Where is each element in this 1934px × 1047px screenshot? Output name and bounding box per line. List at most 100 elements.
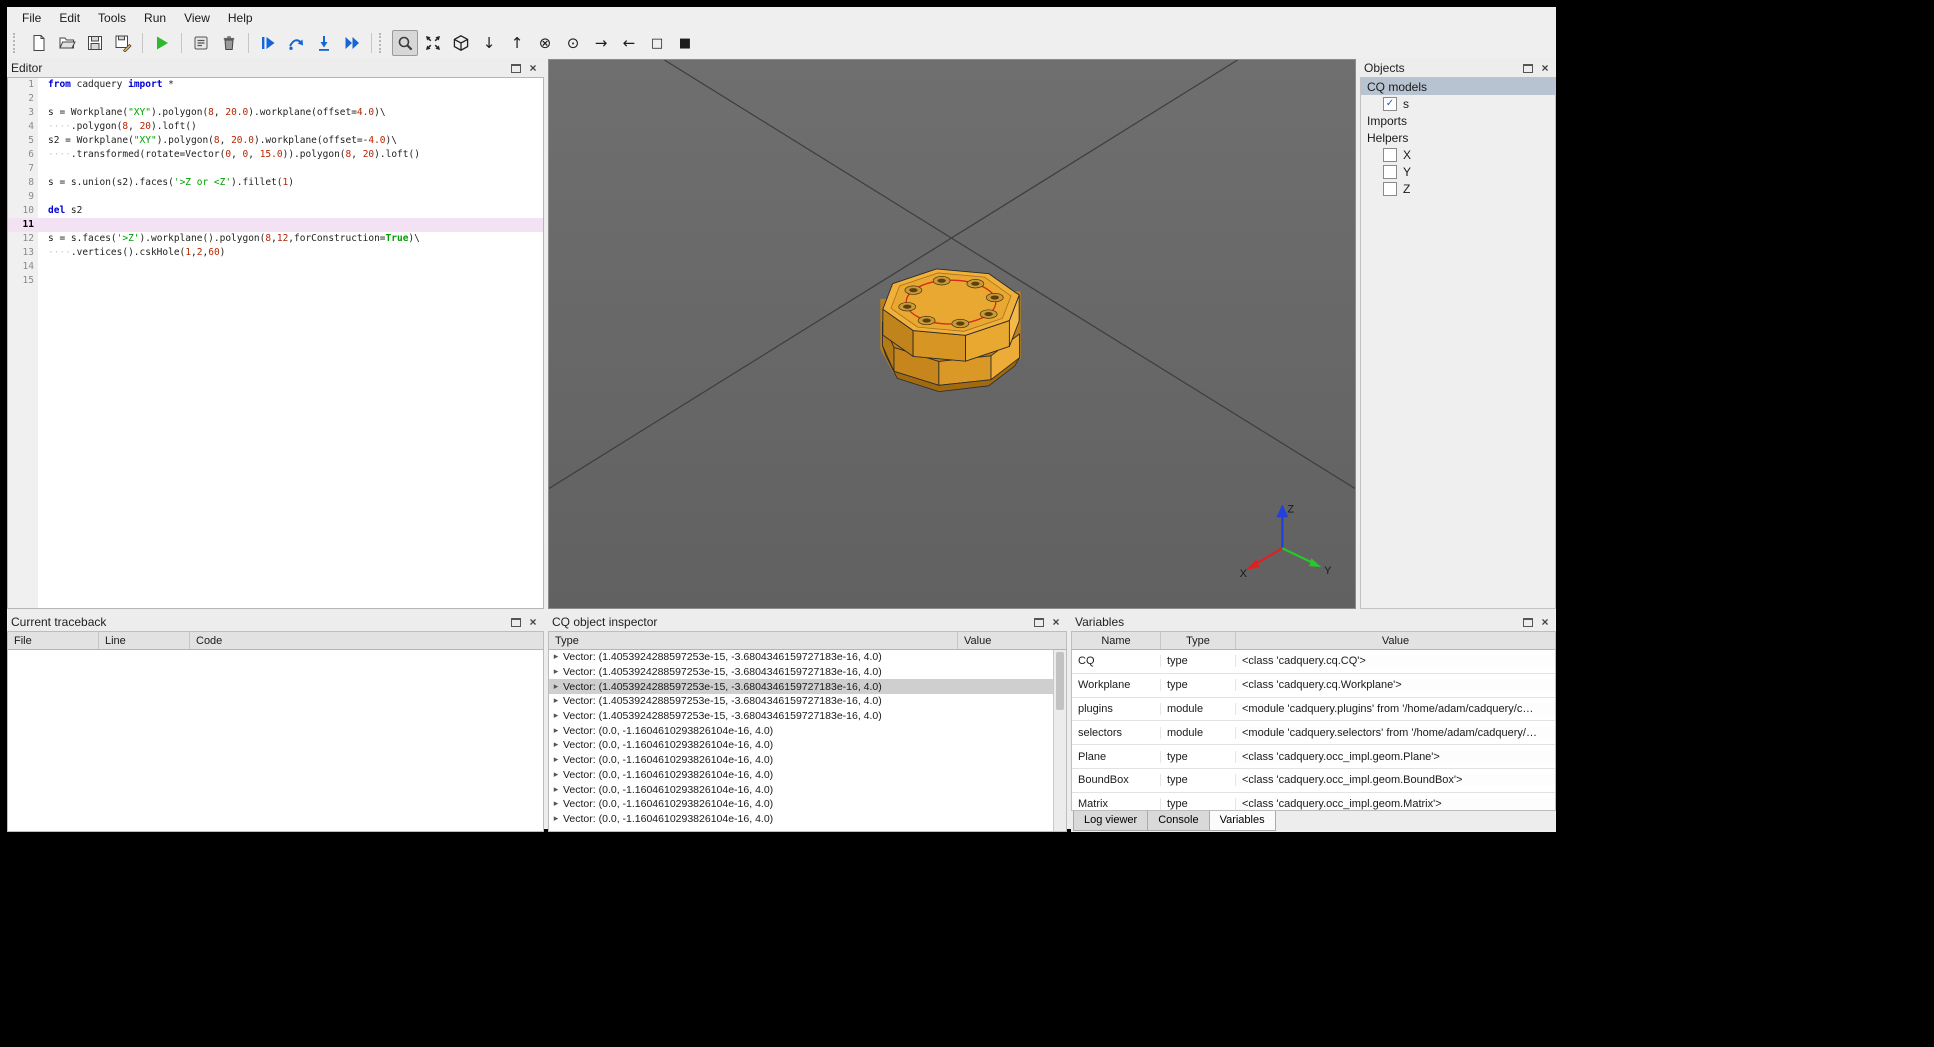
render-button[interactable] (188, 30, 214, 56)
zoom-button[interactable] (392, 30, 418, 56)
inspector-row[interactable]: ▸ Vector: (0.0, -1.1604610293826104e-16, … (549, 738, 1066, 753)
code-line-6[interactable]: 6 ····.transformed(rotate=Vector(0, 0, 15… (8, 148, 543, 162)
variable-row-plane[interactable]: Plane type <class 'cadquery.occ_impl.geom.… (1072, 745, 1555, 769)
undock-panel-button[interactable] (509, 62, 523, 75)
expander-icon[interactable]: ▸ (549, 696, 563, 706)
view-right-button[interactable]: ← (616, 30, 642, 56)
toolbar-handle[interactable] (379, 33, 387, 53)
checkbox-s[interactable]: ✓ (1383, 96, 1397, 111)
variable-row-boundbox[interactable]: BoundBox type <class 'cadquery.occ_impl.ge… (1072, 769, 1555, 793)
inspector-row[interactable]: ▸ Vector: (0.0, -1.1604610293826104e-16, … (549, 753, 1066, 768)
inspector-col-value[interactable]: Value (958, 632, 1066, 649)
inspector-scrollbar[interactable] (1053, 650, 1066, 831)
expander-icon[interactable]: ▸ (549, 711, 563, 721)
inspector-row[interactable]: ▸ Vector: (0.0, -1.1604610293826104e-16, … (549, 723, 1066, 738)
code-line-15[interactable]: 15 (8, 274, 543, 288)
step-button[interactable] (283, 30, 309, 56)
code-line-12[interactable]: 12 s = s.faces('>Z').workplane().polygon(… (8, 232, 543, 246)
inspector-row[interactable]: ▸ Vector: (1.4053924288597253e-15, -3.680… (549, 650, 1066, 665)
close-panel-button[interactable]: × (526, 616, 540, 629)
expander-icon[interactable]: ▸ (549, 785, 563, 795)
variable-row-workplane[interactable]: Workplane type <class 'cadquery.cq.Workpla… (1072, 674, 1555, 698)
expander-icon[interactable]: ▸ (549, 652, 563, 662)
code-line-2[interactable]: 2 (8, 92, 543, 106)
undock-panel-button[interactable] (1521, 616, 1535, 629)
tree-item-x[interactable]: X (1361, 146, 1555, 163)
toolbar-handle[interactable] (13, 33, 21, 53)
iso-view-button[interactable] (448, 30, 474, 56)
scrollbar-thumb[interactable] (1056, 652, 1064, 710)
new-file-button[interactable] (26, 30, 52, 56)
continue-button[interactable] (339, 30, 365, 56)
view-back-button[interactable]: ⊙ (560, 30, 586, 56)
menu-view[interactable]: View (175, 9, 219, 27)
variables-col-value[interactable]: Value (1236, 632, 1555, 649)
code-line-4[interactable]: 4 ····.polygon(8, 20).loft() (8, 120, 543, 134)
code-line-8[interactable]: 8 s = s.union(s2).faces('>Z or <Z').fille… (8, 176, 543, 190)
view-bottom-button[interactable]: ↑ (504, 30, 530, 56)
open-file-button[interactable] (54, 30, 80, 56)
expander-icon[interactable]: ▸ (549, 740, 563, 750)
checkbox-z[interactable] (1383, 181, 1397, 196)
checkbox-x[interactable] (1383, 147, 1397, 162)
delete-button[interactable] (216, 30, 242, 56)
variables-col-type[interactable]: Type (1161, 632, 1236, 649)
save-button[interactable] (82, 30, 108, 56)
code-editor[interactable]: 1 from cadquery import * 2 3 s = Workplane("… (7, 77, 544, 609)
close-panel-button[interactable]: × (1538, 616, 1552, 629)
expander-icon[interactable]: ▸ (549, 799, 563, 809)
menu-help[interactable]: Help (219, 9, 262, 27)
menu-edit[interactable]: Edit (50, 9, 89, 27)
menu-file[interactable]: File (13, 9, 50, 27)
close-panel-button[interactable]: × (1049, 616, 1063, 629)
expander-icon[interactable]: ▸ (549, 814, 563, 824)
code-line-9[interactable]: 9 (8, 190, 543, 204)
inspector-row[interactable]: ▸ Vector: (1.4053924288597253e-15, -3.680… (549, 694, 1066, 709)
variable-row-matrix[interactable]: Matrix type <class 'cadquery.occ_impl.geom… (1072, 793, 1555, 810)
code-line-5[interactable]: 5 s2 = Workplane("XY").polygon(8, 20.0).w… (8, 134, 543, 148)
view-top-button[interactable]: ↓ (476, 30, 502, 56)
wireframe-button[interactable]: □ (644, 30, 670, 56)
inspector-row[interactable]: ▸ Vector: (0.0, -1.1604610293826104e-16, … (549, 782, 1066, 797)
fit-all-button[interactable] (420, 30, 446, 56)
menu-tools[interactable]: Tools (89, 9, 135, 27)
expander-icon[interactable]: ▸ (549, 667, 563, 677)
menu-run[interactable]: Run (135, 9, 175, 27)
variable-row-plugins[interactable]: plugins module <module 'cadquery.plugins' … (1072, 698, 1555, 722)
variables-col-name[interactable]: Name (1072, 632, 1161, 649)
tree-item-z[interactable]: Z (1361, 180, 1555, 197)
traceback-col-file[interactable]: File (8, 632, 99, 649)
traceback-col-code[interactable]: Code (190, 632, 543, 649)
view-left-button[interactable]: → (588, 30, 614, 56)
expander-icon[interactable]: ▸ (549, 755, 563, 765)
tree-item-imports[interactable]: Imports (1361, 112, 1555, 129)
tab-log-viewer[interactable]: Log viewer (1073, 811, 1149, 831)
undock-panel-button[interactable] (1032, 616, 1046, 629)
inspector-row[interactable]: ▸ Vector: (0.0, -1.1604610293826104e-16, … (549, 797, 1066, 812)
tree-item-s[interactable]: ✓ s (1361, 95, 1555, 112)
expander-icon[interactable]: ▸ (549, 770, 563, 780)
inspector-row[interactable]: ▸ Vector: (1.4053924288597253e-15, -3.680… (549, 709, 1066, 724)
tree-item-y[interactable]: Y (1361, 163, 1555, 180)
undock-panel-button[interactable] (1521, 62, 1535, 75)
variable-row-cq[interactable]: CQ type <class 'cadquery.cq.CQ'> (1072, 650, 1555, 674)
code-line-13[interactable]: 13 ····.vertices().cskHole(1,2,60) (8, 246, 543, 260)
viewport-3d[interactable]: X Y Z (548, 59, 1356, 609)
inspector-col-type[interactable]: Type (549, 632, 958, 649)
shaded-button[interactable]: ■ (672, 30, 698, 56)
view-front-button[interactable]: ⊗ (532, 30, 558, 56)
inspector-row[interactable]: ▸ Vector: (0.0, -1.1604610293826104e-16, … (549, 812, 1066, 827)
code-line-14[interactable]: 14 (8, 260, 543, 274)
save-as-button[interactable] (110, 30, 136, 56)
code-line-1[interactable]: 1 from cadquery import * (8, 78, 543, 92)
code-line-3[interactable]: 3 s = Workplane("XY").polygon(8, 20.0).wo… (8, 106, 543, 120)
tab-variables[interactable]: Variables (1208, 811, 1276, 831)
code-line-11[interactable]: 11 (8, 218, 543, 232)
run-button[interactable] (149, 30, 175, 56)
traceback-col-line[interactable]: Line (99, 632, 190, 649)
checkbox-y[interactable] (1383, 164, 1397, 179)
variable-row-selectors[interactable]: selectors module <module 'cadquery.selecto… (1072, 721, 1555, 746)
inspector-row[interactable]: ▸ Vector: (1.4053924288597253e-15, -3.680… (549, 679, 1066, 695)
code-line-7[interactable]: 7 (8, 162, 543, 176)
debug-button[interactable] (255, 30, 281, 56)
